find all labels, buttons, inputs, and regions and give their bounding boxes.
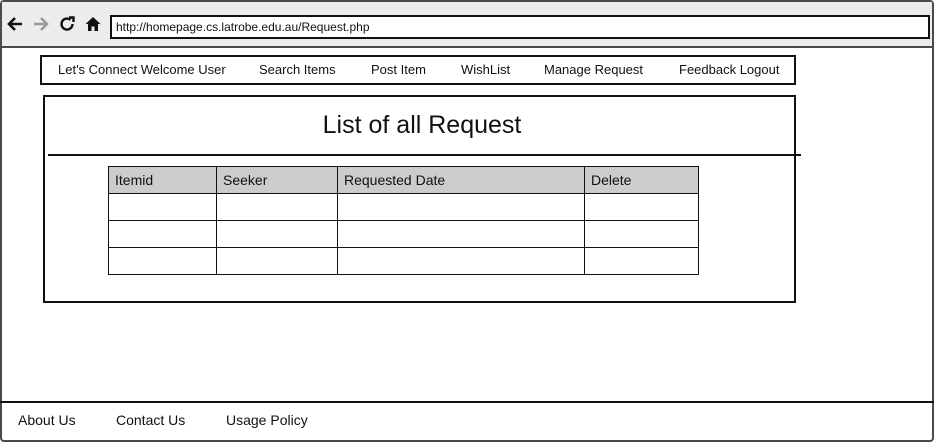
table-cell xyxy=(216,193,338,221)
browser-toolbar: http://homepage.cs.latrobe.edu.au/Reques… xyxy=(2,2,932,48)
title-divider xyxy=(48,154,801,156)
nav-feedback-logout[interactable]: Feedback Logout xyxy=(679,57,779,83)
footer-divider xyxy=(0,401,934,403)
table-cell xyxy=(108,247,217,275)
top-navigation: Let's Connect Welcome User Search Items … xyxy=(40,55,796,85)
nav-manage-request[interactable]: Manage Request xyxy=(544,57,643,83)
url-input[interactable]: http://homepage.cs.latrobe.edu.au/Reques… xyxy=(110,15,930,39)
table-cell xyxy=(108,220,217,248)
table-row xyxy=(108,193,699,221)
column-header-requested-date: Requested Date xyxy=(337,166,585,194)
nav-wishlist[interactable]: WishList xyxy=(461,57,510,83)
table-cell xyxy=(584,220,699,248)
table-row xyxy=(108,220,699,248)
nav-search-items[interactable]: Search Items xyxy=(259,57,336,83)
nav-brand-welcome[interactable]: Let's Connect Welcome User xyxy=(58,57,226,83)
footer-about-link[interactable]: About Us xyxy=(18,412,76,428)
table-cell xyxy=(337,193,585,221)
reload-icon[interactable] xyxy=(56,13,78,35)
home-icon[interactable] xyxy=(82,13,104,35)
column-header-delete: Delete xyxy=(584,166,699,194)
table-cell xyxy=(216,220,338,248)
table-cell xyxy=(337,247,585,275)
request-table: Itemid Seeker Requested Date Delete xyxy=(108,166,699,275)
page-title: List of all Request xyxy=(322,111,522,139)
nav-post-item[interactable]: Post Item xyxy=(371,57,426,83)
footer-contact-link[interactable]: Contact Us xyxy=(116,412,185,428)
table-cell xyxy=(216,247,338,275)
footer-usage-policy-link[interactable]: Usage Policy xyxy=(226,412,308,428)
column-header-itemid: Itemid xyxy=(108,166,217,194)
table-row xyxy=(108,247,699,275)
back-icon[interactable] xyxy=(4,13,26,35)
column-header-seeker: Seeker xyxy=(216,166,338,194)
table-header-row: Itemid Seeker Requested Date Delete xyxy=(108,166,699,194)
table-cell xyxy=(337,220,585,248)
table-cell xyxy=(584,247,699,275)
table-cell xyxy=(108,193,217,221)
forward-icon[interactable] xyxy=(30,13,52,35)
table-cell xyxy=(584,193,699,221)
